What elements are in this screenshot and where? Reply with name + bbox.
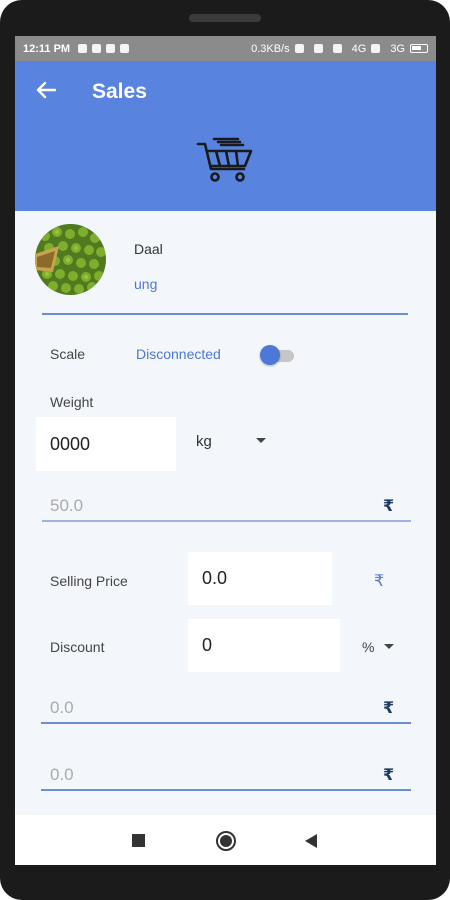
back-button[interactable] [33, 77, 59, 103]
total-amount-rupee-icon: ₹ [383, 767, 395, 784]
discount-chevron-down-icon[interactable] [384, 644, 394, 649]
scale-toggle[interactable] [260, 343, 296, 365]
triangle-left-icon[interactable] [305, 834, 317, 848]
discount-amount-underline [41, 722, 411, 724]
bluetooth-icon [294, 44, 304, 53]
page-title: Sales [92, 80, 147, 103]
rupee-icon: ₹ [383, 498, 395, 515]
product-image [35, 224, 106, 295]
square-icon[interactable] [132, 834, 145, 847]
status-right: 0.3KB/s 4G 3G [251, 43, 428, 55]
weight-unit-select[interactable]: kg [196, 433, 212, 450]
app-notification-icon [92, 44, 102, 53]
signal-icon-1 [371, 44, 381, 53]
home-inner-dot [220, 835, 232, 847]
arrow-left-icon [36, 81, 56, 99]
selling-price-input[interactable]: 0.0 [188, 552, 332, 605]
discount-input[interactable]: 0 [188, 619, 340, 672]
scale-label: Scale [50, 346, 86, 362]
toggle-knob [260, 345, 280, 365]
total-amount-underline [41, 789, 411, 791]
more-notifications-icon [120, 44, 130, 53]
weight-input[interactable]: 0000 [36, 417, 176, 471]
selling-price-label: Selling Price [50, 573, 128, 589]
network-type-2: 3G [390, 42, 405, 55]
total-amount-field[interactable]: 0.0 [50, 765, 74, 785]
download-icon [106, 44, 116, 53]
status-time: 12:11 PM [23, 42, 71, 55]
price-per-unit-underline [42, 520, 411, 522]
product-subtitle[interactable]: ung [134, 276, 157, 292]
phone-speaker [189, 14, 261, 22]
scale-status: Disconnected [136, 346, 221, 362]
discount-amount-field[interactable]: 0.0 [50, 698, 74, 718]
discount-amount-rupee-icon: ₹ [383, 700, 395, 717]
app-screen: 12:11 PM 0.3KB/s 4G 3G Sales Daal ung Sc… [15, 36, 436, 865]
network-speed: 0.3KB/s [251, 42, 290, 55]
weight-label: Weight [50, 394, 94, 410]
product-name: Daal [134, 241, 163, 257]
discount-unit-select[interactable]: % [362, 639, 374, 655]
price-per-unit-field[interactable]: 50.0 [50, 496, 83, 516]
selling-price-rupee-icon: ₹ [374, 573, 385, 590]
battery-icon [410, 44, 428, 53]
green-lentils-image [35, 224, 106, 295]
status-bar: 12:11 PM 0.3KB/s 4G 3G [15, 36, 436, 61]
notification-icon [78, 44, 88, 53]
chevron-down-icon[interactable] [256, 438, 266, 443]
wifi-icon [332, 44, 342, 53]
discount-label: Discount [50, 639, 105, 655]
app-bar: Sales [15, 61, 436, 211]
phone-frame: 12:11 PM 0.3KB/s 4G 3G Sales Daal ung Sc… [0, 0, 450, 900]
alarm-icon [313, 44, 323, 53]
network-type-1: 4G [351, 42, 367, 55]
product-divider [42, 313, 408, 315]
circle-icon[interactable] [216, 831, 236, 851]
system-nav-bar [15, 815, 436, 865]
shopping-cart-icon [196, 137, 253, 182]
